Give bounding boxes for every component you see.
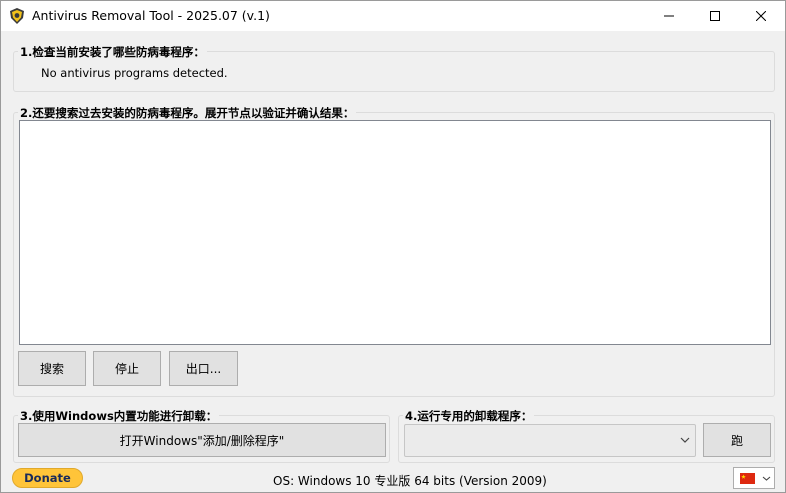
- os-info: OS: Windows 10 专业版 64 bits (Version 2009…: [273, 474, 547, 488]
- past-antivirus-group: 2.还要搜索过去安装的防病毒程序。展开节点以验证并确认结果： 搜索 停止 出口.…: [13, 105, 775, 397]
- open-add-remove-programs-button[interactable]: 打开Windows"添加/删除程序": [18, 423, 386, 457]
- maximize-button[interactable]: [692, 1, 738, 31]
- installed-antivirus-group: 1.检查当前安装了哪些防病毒程序： No antivirus programs …: [13, 44, 775, 92]
- donate-button[interactable]: Donate: [12, 468, 83, 488]
- run-button[interactable]: 跑: [703, 423, 771, 457]
- maximize-icon: [710, 11, 720, 21]
- minimize-button[interactable]: [646, 1, 692, 31]
- results-tree-view[interactable]: [19, 120, 771, 345]
- dedicated-uninstaller-group: 4.运行专用的卸载程序： 跑: [398, 408, 775, 463]
- minimize-icon: [664, 15, 674, 17]
- uninstaller-select[interactable]: [404, 424, 696, 457]
- section2-legend: 2.还要搜索过去安装的防病毒程序。展开节点以验证并确认结果：: [18, 105, 357, 121]
- section3-legend: 3.使用Windows内置功能进行卸载：: [18, 408, 220, 424]
- chevron-down-icon: [680, 437, 690, 443]
- china-flag-icon: [740, 473, 755, 484]
- chevron-down-icon: [762, 476, 771, 481]
- language-select[interactable]: [733, 467, 775, 489]
- search-button[interactable]: 搜索: [18, 351, 86, 386]
- export-button[interactable]: 出口...: [169, 351, 238, 386]
- detection-status: No antivirus programs detected.: [41, 66, 228, 80]
- windows-uninstall-group: 3.使用Windows内置功能进行卸载： 打开Windows"添加/删除程序": [13, 408, 390, 463]
- shield-icon: [10, 8, 24, 24]
- title-bar[interactable]: Antivirus Removal Tool - 2025.07 (v.1): [1, 1, 785, 31]
- app-window: Antivirus Removal Tool - 2025.07 (v.1) 1…: [0, 0, 786, 493]
- close-icon: [756, 11, 766, 21]
- section4-legend: 4.运行专用的卸载程序：: [403, 408, 535, 424]
- section1-legend: 1.检查当前安装了哪些防病毒程序：: [18, 44, 207, 60]
- window-title: Antivirus Removal Tool - 2025.07 (v.1): [32, 8, 270, 23]
- close-button[interactable]: [738, 1, 784, 31]
- stop-button[interactable]: 停止: [93, 351, 161, 386]
